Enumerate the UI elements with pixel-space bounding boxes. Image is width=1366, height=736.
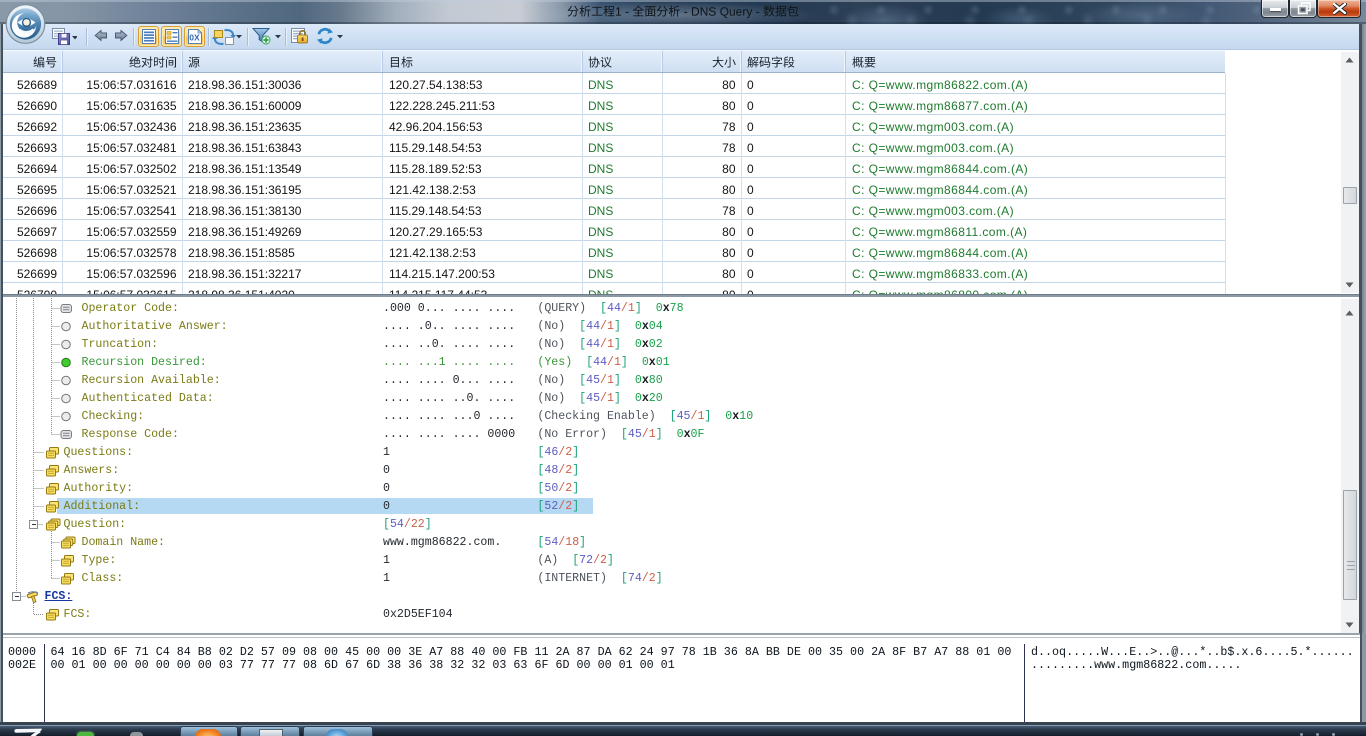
svg-text:0X: 0X	[189, 33, 200, 43]
